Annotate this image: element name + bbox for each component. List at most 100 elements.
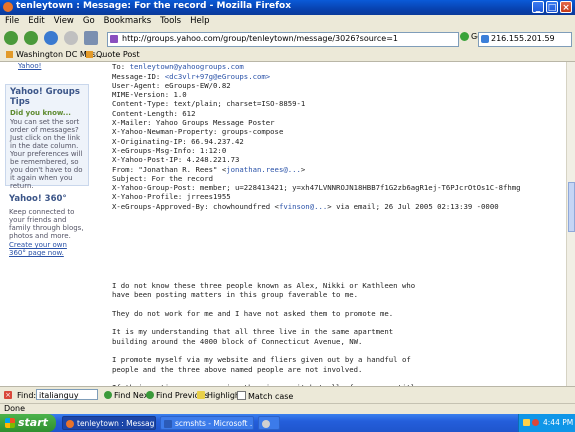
status-bar: Done <box>0 403 575 414</box>
header-text: Content-Length: 612 <box>112 108 196 118</box>
header-text: MIME-Version: 1.0 <box>112 90 187 100</box>
header-link[interactable]: <dc3vlr+97g@eGroups.com> <box>165 72 270 81</box>
y360-link[interactable]: 360° page now. <box>5 249 89 257</box>
match-case-checkbox[interactable]: Match case <box>237 391 293 401</box>
menu-tools[interactable]: Tools <box>155 15 185 26</box>
yahoo-360-box: Yahoo! 360° Keep connected to your frien… <box>5 192 89 302</box>
menu-go[interactable]: Go <box>78 15 99 26</box>
ip-field[interactable]: 216.155.201.59 <box>478 32 572 47</box>
tips-line: order of messages? <box>10 126 79 134</box>
tips-box: Yahoo! Groups Tips Did you know... You c… <box>5 84 89 190</box>
url-bar[interactable]: http://groups.yahoo.com/group/tenleytown… <box>107 32 459 47</box>
menu-help[interactable]: Help <box>185 15 213 26</box>
navigation-toolbar: http://groups.yahoo.com/group/tenleytown… <box>0 28 575 51</box>
header-line: Message-ID: <dc3vlr+97g@eGroups.com> <box>112 72 521 81</box>
page-content: Yahoo! Yahoo! Groups Tips Did you know..… <box>0 62 566 386</box>
tips-line: return. <box>10 182 34 190</box>
yahoo-link[interactable]: Yahoo! <box>14 62 45 70</box>
maximize-button[interactable]: □ <box>546 1 558 13</box>
down-arrow-icon <box>104 391 112 399</box>
app-icon <box>262 420 270 428</box>
body-line <box>112 318 420 327</box>
body-line: people and the three above named people … <box>112 364 363 374</box>
tips-line: you don't have to do <box>10 166 83 174</box>
status-text: Done <box>4 404 26 413</box>
up-arrow-icon <box>146 391 154 399</box>
taskbar-button-firefox[interactable]: tenleytown : Messag... <box>62 416 156 430</box>
task-label: scmshts - Microsoft ... <box>175 419 254 428</box>
tips-title: Yahoo! Groups Tips <box>10 87 80 107</box>
header-link[interactable]: jonathan.rees@... <box>226 165 301 174</box>
header-line: Content-Type: text/plain; charset=ISO-88… <box>112 99 521 108</box>
menu-bookmarks[interactable]: Bookmarks <box>99 15 156 26</box>
go-icon <box>460 32 469 41</box>
find-input[interactable]: italianguy <box>36 389 98 400</box>
header-line: X-Originating-IP: 66.94.237.42 <box>112 137 521 146</box>
title-bar[interactable]: tenleytown : Message: For the record - M… <box>0 0 575 15</box>
bookmark-icon <box>6 51 13 58</box>
header-text: X-Yahoo-Post-IP: 4.248.221.73 <box>112 155 240 165</box>
y360-text: Keep connected to your friends and famil… <box>5 207 89 241</box>
page-icon <box>110 35 118 43</box>
back-icon[interactable] <box>4 31 18 45</box>
header-line: To: tenleytown@yahoogroups.com <box>112 62 521 71</box>
reload-icon[interactable] <box>44 31 58 45</box>
header-link[interactable]: tenleytown@yahoogroups.com <box>130 62 244 71</box>
body-line <box>112 346 420 355</box>
start-label: start <box>18 416 48 429</box>
header-line: X-Yahoo-Profile: jrrees1955 <box>112 192 521 201</box>
tips-line: be remembered, so <box>10 158 79 166</box>
minimize-button[interactable]: _ <box>532 1 544 13</box>
tray-icon[interactable] <box>532 419 539 426</box>
y360-link[interactable]: Create your own <box>5 241 89 249</box>
taskbar-button-other[interactable] <box>258 416 280 430</box>
taskbar-button-word[interactable]: scmshts - Microsoft ... <box>160 416 254 430</box>
header-text: Message-ID: <box>112 71 165 81</box>
highlight-icon <box>197 391 205 399</box>
bookmark-item[interactable]: Quote Post <box>86 50 140 59</box>
taskbar: start tenleytown : Messag... scmshts - M… <box>0 414 575 432</box>
tips-line: Your preferences will <box>10 150 83 158</box>
windows-logo-icon <box>5 418 15 428</box>
header-line: MIME-Version: 1.0 <box>112 90 521 99</box>
message-body: I do not know these three people known a… <box>112 281 420 386</box>
ip-text: 216.155.201.59 <box>491 34 555 43</box>
header-line: X-Yahoo-Group-Post: member; u=228413421;… <box>112 183 521 192</box>
tips-line: Just click on the link <box>10 134 81 142</box>
header-text: > via email; 26 Jul 2005 02:13:39 -0000 <box>327 201 499 211</box>
body-line: building around the 4000 block of Connec… <box>112 336 363 346</box>
close-button[interactable]: × <box>560 1 572 13</box>
sidebar: Yahoo! Yahoo! Groups Tips Did you know..… <box>0 62 94 386</box>
menu-edit[interactable]: Edit <box>23 15 48 26</box>
menu-view[interactable]: View <box>49 15 78 26</box>
stop-icon[interactable] <box>64 31 78 45</box>
vertical-scrollbar[interactable] <box>566 62 575 386</box>
y360-line: Keep connected to <box>9 208 75 216</box>
body-line: They do not work for me and I have not a… <box>112 308 394 318</box>
header-text: To: <box>112 62 130 72</box>
tips-subtitle: Did you know... <box>10 109 71 117</box>
checkbox-icon <box>237 391 246 400</box>
tips-text: You can set the sort order of messages? … <box>6 117 88 191</box>
start-button[interactable]: start <box>0 414 56 432</box>
bookmark-label: Quote Post <box>96 50 140 59</box>
header-text: > <box>300 164 306 174</box>
home-icon[interactable] <box>84 31 98 45</box>
tray-icon[interactable] <box>523 419 530 426</box>
header-line: X-Mailer: Yahoo Groups Message Poster <box>112 118 521 127</box>
header-text: X-Mailer: Yahoo Groups Message Poster <box>112 118 275 128</box>
menu-file[interactable]: File <box>0 15 23 26</box>
clock: 4:44 PM <box>543 418 574 427</box>
header-text: X-Yahoo-Group-Post: member; u=228413421;… <box>112 183 521 193</box>
message-headers: Date: Tue, 26 Jul 2005 06:19:07 -0000To:… <box>112 62 521 211</box>
header-line: Content-Length: 612 <box>112 109 521 118</box>
firefox-icon <box>66 420 74 428</box>
header-text: X-eGroups-Approved-By: chowhoundfred < <box>112 201 279 211</box>
forward-icon[interactable] <box>24 31 38 45</box>
header-link[interactable]: fvinson@... <box>279 202 327 211</box>
header-text: From: "Jonathan R. Rees" < <box>112 164 227 174</box>
close-find-icon[interactable]: × <box>4 391 12 399</box>
globe-icon <box>481 35 489 43</box>
find-next-button[interactable]: Find Next <box>104 391 152 400</box>
scrollbar-thumb[interactable] <box>568 182 575 232</box>
